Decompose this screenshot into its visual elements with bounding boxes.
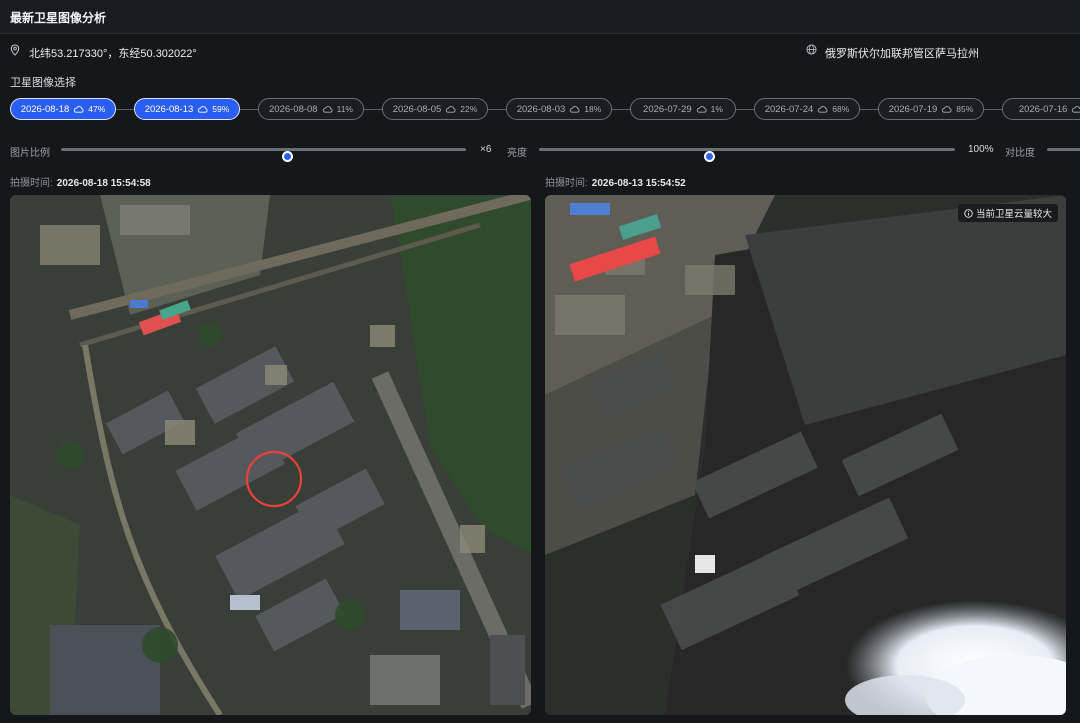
chip-connector (984, 109, 1002, 110)
cloud-icon (696, 106, 707, 113)
cloud-icon (818, 106, 828, 113)
date-chip-cloud-percent: 85% (956, 104, 974, 114)
date-chip-cloud-percent: 59% (212, 104, 230, 114)
chip-connector (736, 109, 754, 110)
right-capture-time: 拍摄时间: 2026-08-13 15:54:52 (545, 178, 686, 189)
date-chip-cloud-percent: 18% (584, 104, 602, 114)
scale-slider-handle[interactable] (282, 151, 294, 162)
right-satellite-image[interactable]: 当前卫星云量较大 (545, 195, 1066, 715)
title-bar: 最新卫星图像分析 (0, 0, 1080, 34)
chip-connector (364, 109, 382, 110)
date-chip-date: 2026-07-19 (888, 103, 938, 115)
contrast-slider[interactable] (1047, 148, 1080, 151)
scale-value: ×6 (480, 144, 492, 155)
date-chip[interactable]: 2026-08-18 47% (10, 98, 116, 120)
chip-connector (612, 109, 630, 110)
date-chip[interactable]: 2026-08-13 59% (134, 98, 240, 120)
cloud-warning-badge: 当前卫星云量较大 (957, 204, 1058, 222)
chip-connector (860, 109, 878, 110)
date-chip[interactable]: 2026-07-29 1% (630, 98, 736, 120)
location-row: 北纬53.217330°，东经50.302022° 俄罗斯伏尔加联邦管区萨马拉州 (0, 40, 1080, 62)
date-chip-date: 2026-07-16 (1018, 103, 1068, 115)
image-select-label: 卫星图像选择 (10, 77, 76, 89)
date-chip-date: 2026-07-29 (643, 103, 692, 115)
chip-connector (116, 109, 134, 110)
date-chip-cloud-percent: 68% (832, 104, 850, 114)
left-capture-time: 拍摄时间: 2026-08-18 15:54:58 (10, 178, 151, 189)
cloud-icon (942, 106, 952, 113)
chip-connector (240, 109, 258, 110)
region-text: 俄罗斯伏尔加联邦管区萨马拉州 (825, 48, 979, 60)
date-chip[interactable]: 2026-07-166 (1002, 98, 1080, 120)
date-chip[interactable]: 2026-08-03 18% (506, 98, 612, 120)
cloud-icon (570, 106, 580, 113)
cloud-warning-text: 当前卫星云量较大 (975, 209, 1052, 220)
date-chip-cloud-percent: 11% (336, 104, 353, 114)
brightness-slider-handle[interactable] (704, 151, 716, 162)
image-controls: 图片比例 ×6 亮度 100% 对比度 (0, 140, 1080, 162)
cloud-icon (198, 106, 208, 113)
globe-icon (806, 44, 817, 55)
date-chip-cloud-percent: 47% (88, 104, 106, 114)
contrast-label: 对比度 (1005, 148, 1035, 159)
date-chip-date: 2026-08-03 (516, 103, 566, 115)
date-chip[interactable]: 2026-07-24 68% (754, 98, 860, 120)
scale-slider[interactable] (61, 148, 466, 162)
coordinates-text: 北纬53.217330°，东经50.302022° (29, 48, 197, 60)
brightness-label: 亮度 (507, 148, 527, 159)
date-chip[interactable]: 2026-08-08 11% (258, 98, 364, 120)
brightness-slider[interactable] (539, 148, 955, 162)
date-chip-date: 2026-08-13 (144, 103, 194, 115)
date-chip-cloud-percent: 22% (460, 104, 478, 114)
date-chip-cloud-percent: 1% (710, 104, 723, 114)
date-chip[interactable]: 2026-08-05 22% (382, 98, 488, 120)
cloud-icon (446, 106, 456, 113)
cloud-icon (1072, 106, 1080, 113)
info-icon (964, 208, 973, 218)
date-chip-list: 2026-08-18 47% 2026-08-13 59% 2026-08-08 11% 2… (10, 98, 1080, 122)
date-chip-date: 2026-07-24 (764, 103, 814, 115)
date-chip-date: 2026-08-08 (269, 103, 318, 115)
left-satellite-image[interactable] (10, 195, 531, 715)
cloud-icon (74, 106, 84, 113)
scale-label: 图片比例 (10, 148, 50, 159)
date-chip-date: 2026-08-18 (20, 103, 70, 115)
date-chip-date: 2026-08-05 (392, 103, 442, 115)
date-chip[interactable]: 2026-07-19 85% (878, 98, 984, 120)
map-pin-icon (10, 44, 20, 56)
brightness-value: 100% (968, 144, 994, 155)
chip-connector (488, 109, 506, 110)
cloud-icon (322, 106, 333, 113)
page-title: 最新卫星图像分析 (10, 11, 107, 25)
